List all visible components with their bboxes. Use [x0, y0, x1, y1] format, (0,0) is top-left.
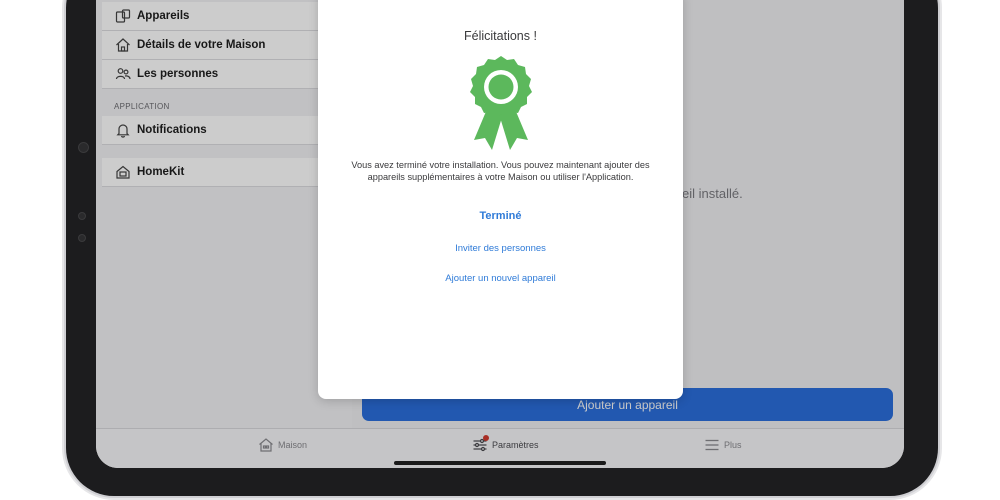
- award-ribbon-icon: [470, 56, 532, 150]
- front-camera: [78, 142, 89, 153]
- congratulations-dialog: Félicitations ! Vous avez terminé votre …: [318, 0, 683, 399]
- sensor-dot: [78, 234, 86, 242]
- done-button[interactable]: Terminé: [318, 210, 683, 222]
- sensor-dot: [78, 212, 86, 220]
- invite-people-button[interactable]: Inviter des personnes: [318, 243, 683, 254]
- add-new-device-button[interactable]: Ajouter un nouvel appareil: [318, 273, 683, 284]
- dialog-message: Vous avez terminé votre installation. Vo…: [351, 160, 650, 182]
- home-indicator: [394, 461, 606, 465]
- dialog-title: Félicitations !: [464, 29, 537, 43]
